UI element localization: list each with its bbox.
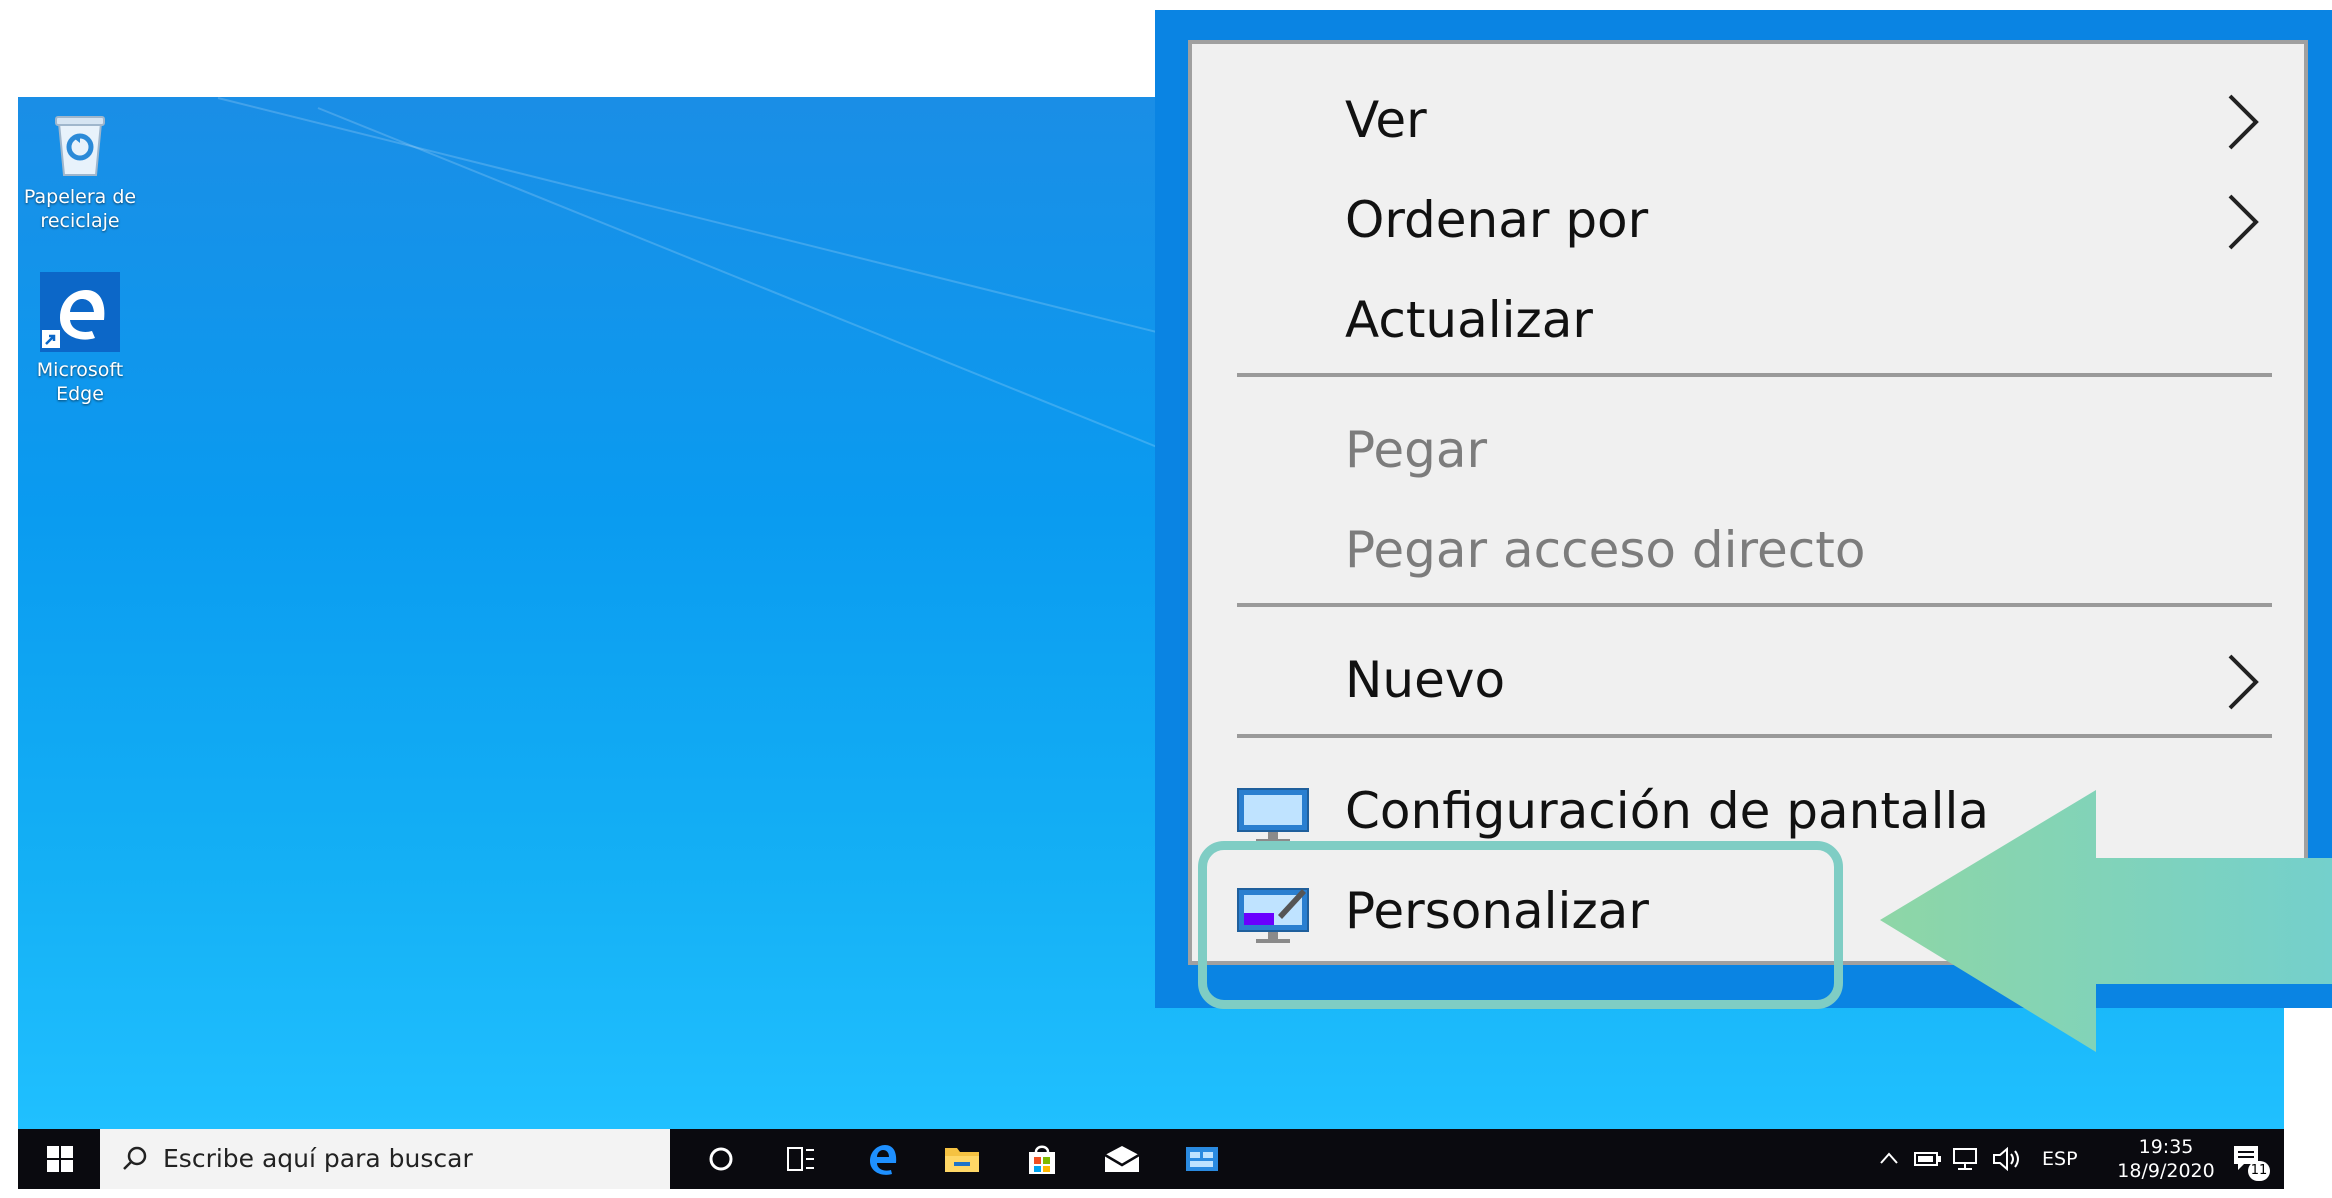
- folder-icon: [945, 1148, 979, 1172]
- input-language[interactable]: ESP: [2042, 1129, 2092, 1189]
- display-settings-icon: [1237, 788, 1309, 843]
- taskbar-edge-button[interactable]: [854, 1129, 910, 1189]
- network-status[interactable]: [1952, 1129, 1986, 1189]
- edge-icon: [40, 272, 120, 352]
- cortana-circle-icon: [709, 1147, 733, 1171]
- speaker-icon: [1993, 1146, 2019, 1172]
- menu-separator: [1237, 734, 2272, 738]
- highlight-box: [1198, 841, 1843, 1009]
- network-icon: [1953, 1148, 1977, 1170]
- action-center-button[interactable]: 11: [2232, 1129, 2276, 1189]
- windows-logo-icon: [47, 1146, 73, 1172]
- menu-item-label: Pegar acceso directo: [1345, 521, 1866, 579]
- task-view-button[interactable]: [774, 1129, 828, 1189]
- taskbar-search-box[interactable]: Escribe aquí para buscar: [100, 1129, 670, 1189]
- volume-control[interactable]: [1992, 1129, 2028, 1189]
- mail-button[interactable]: [1094, 1129, 1150, 1189]
- menu-item-nuevo[interactable]: Nuevo: [1192, 632, 2304, 728]
- chevron-up-icon: [1880, 1152, 1898, 1164]
- clock[interactable]: 19:35 18/9/2020: [2108, 1135, 2224, 1183]
- file-explorer-button[interactable]: [934, 1129, 990, 1189]
- recycle-bin-icon: [55, 116, 105, 176]
- chevron-right-icon: [2228, 94, 2259, 150]
- taskbar: Escribe aquí para buscar ESP 19:35 18/9/…: [18, 1129, 2284, 1189]
- chevron-right-icon: [2228, 194, 2259, 250]
- menu-item-ver[interactable]: Ver: [1192, 72, 2304, 168]
- battery-status[interactable]: [1914, 1129, 1946, 1189]
- menu-item-ordenar-por[interactable]: Ordenar por: [1192, 172, 2304, 268]
- search-icon: [123, 1146, 147, 1170]
- task-view-icon: [787, 1147, 814, 1171]
- store-button[interactable]: [1014, 1129, 1070, 1189]
- search-placeholder: Escribe aquí para buscar: [163, 1144, 473, 1173]
- menu-item-label: Nuevo: [1345, 651, 1506, 709]
- menu-item-pegar[interactable]: Pegar: [1192, 402, 2304, 498]
- menu-item-label: Pegar: [1345, 421, 1488, 479]
- language-label: ESP: [2042, 1148, 2078, 1170]
- store-bag-icon: [1029, 1145, 1055, 1174]
- menu-item-pegar-acceso-directo[interactable]: Pegar acceso directo: [1192, 502, 2304, 598]
- edge-label: Microsoft Edge: [36, 359, 124, 405]
- desktop-icon-edge[interactable]: Microsoft Edge: [20, 272, 140, 406]
- notification-count-badge: 11: [2248, 1161, 2270, 1181]
- menu-item-actualizar[interactable]: Actualizar: [1192, 272, 2304, 368]
- menu-item-label: Actualizar: [1345, 291, 1593, 349]
- battery-icon: [1914, 1152, 1941, 1166]
- menu-separator: [1237, 603, 2272, 607]
- edge-icon: [870, 1145, 897, 1175]
- cortana-button[interactable]: [694, 1129, 748, 1189]
- start-button[interactable]: [40, 1129, 80, 1189]
- menu-item-label: Ordenar por: [1345, 191, 1649, 249]
- recycle-bin-label: Papelera de reciclaje: [23, 186, 137, 232]
- show-hidden-icons-button[interactable]: [1878, 1129, 1908, 1189]
- menu-item-label: Ver: [1345, 91, 1427, 149]
- mail-icon: [1104, 1146, 1140, 1172]
- clock-time: 19:35: [2138, 1136, 2194, 1158]
- desktop-icon-recycle-bin[interactable]: Papelera de reciclaje: [20, 109, 140, 233]
- clock-date: 18/9/2020: [2117, 1160, 2215, 1182]
- menu-separator: [1237, 373, 2272, 377]
- app-window-icon: [1186, 1147, 1218, 1171]
- chevron-right-icon: [2228, 654, 2259, 710]
- app-button[interactable]: [1174, 1129, 1230, 1189]
- pointer-arrow-icon: [1880, 790, 2332, 1052]
